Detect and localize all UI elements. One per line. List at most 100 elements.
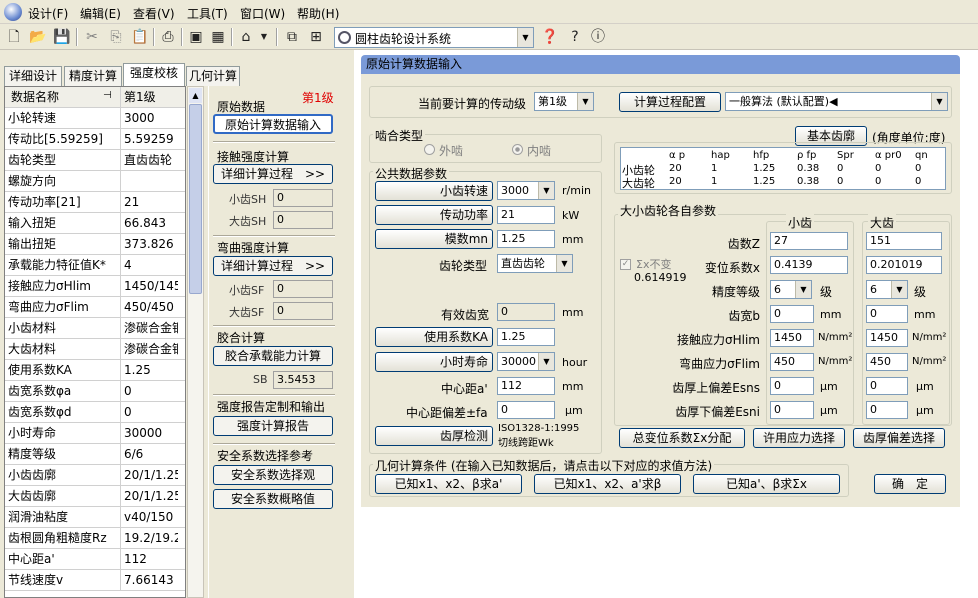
config-button[interactable]: 计算过程配置 bbox=[619, 92, 721, 112]
param-value[interactable]: 1.25 bbox=[121, 360, 178, 381]
cut-icon[interactable]: ✂ bbox=[82, 27, 102, 47]
power-input[interactable]: 21 bbox=[497, 206, 555, 224]
param-value[interactable]: 4 bbox=[121, 255, 178, 276]
chevron-down-icon[interactable]: ▼ bbox=[795, 281, 811, 298]
table-row[interactable]: 承载能力特征值K* 4 bbox=[5, 255, 185, 276]
chevron-down-icon[interactable]: ▼ bbox=[577, 93, 593, 110]
flim-big-input[interactable]: 450 bbox=[866, 353, 908, 371]
about-icon[interactable]: ⓘ bbox=[588, 27, 608, 47]
chevron-down-icon[interactable]: ▼ bbox=[538, 182, 554, 199]
param-value[interactable]: 0 bbox=[121, 381, 178, 402]
tab-strength[interactable]: 强度校核 bbox=[123, 63, 185, 86]
hlim-small-input[interactable]: 1450 bbox=[770, 329, 814, 347]
solve-sumx-button[interactable]: 已知a'、β求Σx bbox=[693, 474, 840, 494]
thickness-check-button[interactable]: 齿厚检测 bbox=[375, 426, 493, 446]
param-value[interactable]: 3000 bbox=[121, 108, 178, 129]
chevron-down-icon[interactable]: ▼ bbox=[556, 255, 572, 272]
menu-window[interactable]: 窗口(W) bbox=[240, 5, 285, 22]
grid-scrollbar[interactable]: ▲ bbox=[187, 86, 204, 598]
param-value[interactable]: 5.59259 bbox=[121, 129, 178, 150]
table-row[interactable]: 螺旋方向 bbox=[5, 171, 185, 192]
strength-report-button[interactable]: 强度计算报告 bbox=[213, 416, 333, 436]
param-value[interactable]: 66.843 bbox=[121, 213, 178, 234]
solve-a-button[interactable]: 已知x1、x2、β求a' bbox=[375, 474, 522, 494]
allowable-stress-button[interactable]: 许用应力选择 bbox=[753, 428, 845, 448]
table-row[interactable]: 接触应力σHlim1450/1450 bbox=[5, 276, 185, 297]
module-input[interactable]: 1.25 bbox=[497, 230, 555, 248]
print-icon[interactable]: ⎙ bbox=[158, 27, 178, 47]
thickness-dev-button[interactable]: 齿厚偏差选择 bbox=[853, 428, 945, 448]
hlim-big-input[interactable]: 1450 bbox=[866, 329, 908, 347]
open-folder-icon[interactable]: 📂 bbox=[28, 27, 48, 47]
width-small-input[interactable]: 0 bbox=[770, 305, 814, 323]
table-row[interactable]: 齿根圆角粗糙度Rz 19.2/19.2 bbox=[5, 528, 185, 549]
teeth-small-input[interactable]: 27 bbox=[770, 232, 848, 250]
param-value[interactable]: 19.2/19.2 bbox=[121, 528, 178, 549]
table-row[interactable]: 齿宽系数φa 0 bbox=[5, 381, 185, 402]
safety-approx-button[interactable]: 安全系数概略值 bbox=[213, 489, 333, 509]
speed-select[interactable]: 3000 ▼ bbox=[497, 181, 555, 200]
menu-edit[interactable]: 编辑(E) bbox=[80, 5, 121, 22]
chevron-down-icon[interactable]: ▼ bbox=[517, 28, 533, 47]
cascade-icon[interactable]: ⊞ bbox=[306, 27, 326, 47]
table-row[interactable]: 弯曲应力σFlim 450/450 bbox=[5, 297, 185, 318]
param-value[interactable]: v40/150 bbox=[121, 507, 178, 528]
param-value[interactable]: 6/6 bbox=[121, 444, 178, 465]
life-button[interactable]: 小时寿命 bbox=[375, 352, 493, 372]
gear-type-select[interactable]: 直齿齿轮 ▼ bbox=[497, 254, 573, 273]
table-row[interactable]: 大齿齿廓20/1/1.25/ bbox=[5, 486, 185, 507]
module-button[interactable]: 模数mn bbox=[375, 229, 493, 249]
teeth-big-input[interactable]: 151 bbox=[866, 232, 942, 250]
menu-help[interactable]: 帮助(H) bbox=[297, 5, 339, 22]
esni-big-input[interactable]: 0 bbox=[866, 401, 908, 419]
save-icon[interactable]: 💾 bbox=[52, 27, 72, 47]
table-row[interactable]: 齿轮类型 直齿齿轮 bbox=[5, 150, 185, 171]
tab-precision[interactable]: 精度计算 bbox=[64, 66, 122, 86]
chevron-down-icon[interactable]: ▼ bbox=[931, 93, 947, 110]
mesh-outer-radio[interactable] bbox=[424, 144, 435, 155]
param-value[interactable]: 7.66143 bbox=[121, 570, 178, 591]
context-help-icon[interactable]: ❓ bbox=[540, 27, 560, 47]
param-value[interactable]: 450/450 bbox=[121, 297, 178, 318]
help-icon[interactable]: ? bbox=[565, 27, 585, 47]
paste-icon[interactable]: 📋 bbox=[130, 27, 150, 47]
table-row[interactable]: 小齿齿廓20/1/1.25/ bbox=[5, 465, 185, 486]
table-row[interactable]: 精度等级 6/6 bbox=[5, 444, 185, 465]
table-row[interactable]: 小齿材料渗碳合金钢 bbox=[5, 318, 185, 339]
param-value[interactable]: 30000 bbox=[121, 423, 178, 444]
param-value[interactable]: 渗碳合金钢 bbox=[121, 339, 178, 360]
param-value[interactable]: 渗碳合金钢 bbox=[121, 318, 178, 339]
param-value[interactable]: 373.826 bbox=[121, 234, 178, 255]
menu-design[interactable]: 设计(F) bbox=[28, 5, 68, 22]
current-stage-select[interactable]: 第1级 ▼ bbox=[534, 92, 594, 111]
bending-detail-button[interactable]: 详细计算过程 >> bbox=[213, 256, 333, 276]
pin-icon[interactable]: ⊣ bbox=[103, 90, 112, 101]
esns-big-input[interactable]: 0 bbox=[866, 377, 908, 395]
sum-x-checkbox[interactable]: ✓ bbox=[620, 259, 631, 270]
param-value[interactable]: 21 bbox=[121, 192, 178, 213]
home-icon[interactable]: ⌂ bbox=[236, 27, 256, 47]
table-row[interactable]: 齿宽系数φd 0 bbox=[5, 402, 185, 423]
center-dev-input[interactable]: 0 bbox=[497, 401, 555, 419]
raw-data-input-button[interactable]: 原始计算数据输入 bbox=[213, 114, 333, 134]
mesh-inner-radio[interactable] bbox=[512, 144, 523, 155]
param-value[interactable]: 1450/1450 bbox=[121, 276, 178, 297]
scroll-thumb[interactable] bbox=[189, 104, 202, 294]
menu-view[interactable]: 查看(V) bbox=[133, 5, 175, 22]
param-value[interactable]: 20/1/1.25/ bbox=[121, 486, 178, 507]
table-row[interactable]: 节线速度v 7.66143 bbox=[5, 570, 185, 591]
preview-icon[interactable]: ▣ bbox=[186, 27, 206, 47]
solve-beta-button[interactable]: 已知x1、x2、a'求β bbox=[534, 474, 681, 494]
tab-geometry[interactable]: 几何计算 bbox=[186, 66, 240, 86]
param-value[interactable]: 直齿齿轮 bbox=[121, 150, 178, 171]
width-big-input[interactable]: 0 bbox=[866, 305, 908, 323]
param-value[interactable]: 112 bbox=[121, 549, 178, 570]
system-selector[interactable]: 圆柱齿轮设计系统 ▼ bbox=[334, 27, 534, 48]
param-value[interactable]: 0 bbox=[121, 402, 178, 423]
table-row[interactable]: 小时寿命 30000 bbox=[5, 423, 185, 444]
table-row[interactable]: 中心距a' 112 bbox=[5, 549, 185, 570]
contact-detail-button[interactable]: 详细计算过程 >> bbox=[213, 164, 333, 184]
shift-big-input[interactable]: 0.201019 bbox=[866, 256, 942, 274]
param-value[interactable]: 20/1/1.25/ bbox=[121, 465, 178, 486]
new-window-icon[interactable]: ⧉ bbox=[282, 27, 302, 47]
